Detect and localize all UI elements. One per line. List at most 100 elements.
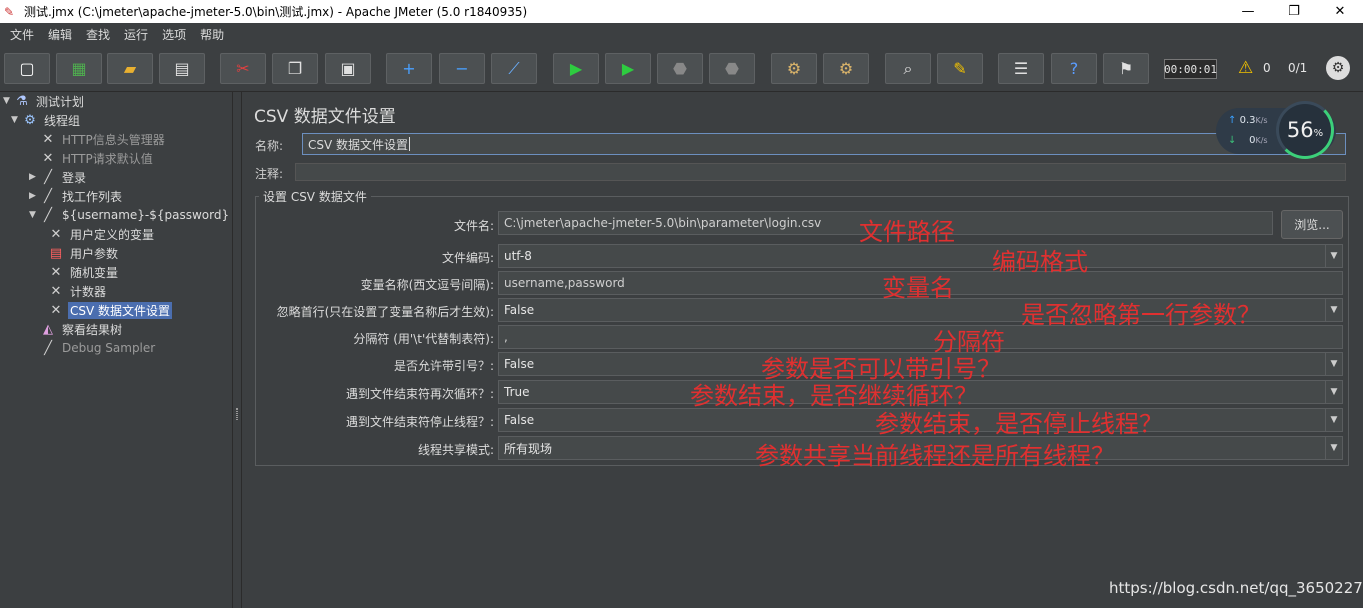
tree-node-label: CSV 数据文件设置 <box>68 301 173 319</box>
warning-icon[interactable]: ⚠ <box>1238 58 1253 78</box>
collapsed-arrow-icon[interactable]: ▶ <box>29 172 39 182</box>
cut-button[interactable]: ✂ <box>220 53 266 84</box>
expand-icon: + <box>402 59 416 78</box>
chevron-down-icon[interactable]: ▼ <box>1325 409 1342 431</box>
start-icon: ▶ <box>569 59 583 78</box>
collapsed-arrow-icon[interactable]: ▶ <box>29 191 39 201</box>
save-button[interactable]: ▤ <box>159 53 205 84</box>
function-helper-button[interactable]: ☰ <box>998 53 1044 84</box>
expanded-arrow-icon[interactable]: ▼ <box>29 210 39 220</box>
clear-all-icon: ⚙ <box>838 59 854 78</box>
toolbar: ▢ ▦ ▰ ▤ ✂ ❐ ▣ + − ⟋ ▶ ▶ ⬣ ⬣ ⚙ ⚙ ⌕ ✎ ☰? ⚑ <box>0 45 1363 92</box>
comment-field[interactable] <box>295 163 1346 181</box>
warning-count: 0 <box>1263 61 1271 75</box>
annotation-filename: 文件路径 <box>859 218 955 246</box>
collapse-button[interactable]: − <box>439 53 485 84</box>
close-button[interactable]: ✕ <box>1317 0 1363 23</box>
tree-node[interactable]: ✕ HTTP请求默认值 <box>29 149 155 167</box>
tree-node[interactable]: ▶ ╱ 找工作列表 <box>29 187 124 205</box>
tree-node-label: ${username}-${password} <box>62 208 230 222</box>
tree-node[interactable]: ▼ ╱ ${username}-${password} <box>29 206 231 224</box>
chevron-down-icon[interactable]: ▼ <box>1325 437 1342 459</box>
new-button[interactable]: ▢ <box>4 53 50 84</box>
chevron-down-icon[interactable]: ▼ <box>1325 353 1342 375</box>
browse-button[interactable]: 浏览... <box>1281 210 1343 239</box>
elapsed-timer: 00:00:01 <box>1164 59 1217 79</box>
help-button[interactable]: ? <box>1051 53 1097 84</box>
tree-node[interactable]: ▤ 用户参数 <box>37 244 120 262</box>
clear-all-button[interactable]: ⚙ <box>823 53 869 84</box>
gear-icon: ⚙ <box>24 112 36 128</box>
function-helper-icon: ☰ <box>1013 59 1029 78</box>
jmeter-app-icon: ✎ <box>4 4 15 19</box>
flask-icon: ⚗ <box>16 93 28 109</box>
paste-button[interactable]: ▣ <box>325 53 371 84</box>
encoding-select[interactable]: utf-8 ▼ <box>498 244 1343 268</box>
varnames-label: 变量名称(西文逗号间隔): <box>360 278 494 292</box>
templates-button[interactable]: ▦ <box>56 53 102 84</box>
open-button[interactable]: ▰ <box>107 53 153 84</box>
cut-icon: ✂ <box>236 59 250 78</box>
tree-node[interactable]: ▶ ╱ 登录 <box>29 168 88 186</box>
pane-splitter[interactable] <box>232 92 242 608</box>
splitter-grip[interactable] <box>236 408 238 420</box>
minimize-button[interactable]: — <box>1225 0 1271 23</box>
tree-node[interactable]: ✕ HTTP信息头管理器 <box>29 130 167 148</box>
menu-options[interactable]: 选项 <box>155 26 193 43</box>
expanded-arrow-icon[interactable]: ▼ <box>11 115 21 125</box>
tree-node[interactable]: ✕ 用户定义的变量 <box>37 225 156 243</box>
chevron-down-icon[interactable]: ▼ <box>1325 299 1342 321</box>
tree-node[interactable]: ◭ 察看结果树 <box>29 320 124 338</box>
encoding-value: utf-8 <box>504 249 532 263</box>
menu-search[interactable]: 查找 <box>79 26 117 43</box>
annotation-stop-thread: 参数结束，是否停止线程？ <box>875 410 1163 438</box>
collapse-icon: − <box>455 59 469 78</box>
clear-icon: ⚙ <box>786 59 802 78</box>
tree-node[interactable]: ▼ ⚙ 线程组 <box>11 111 82 129</box>
save-icon: ▤ <box>174 59 190 78</box>
quoted-value: False <box>504 357 535 371</box>
clear-button[interactable]: ⚙ <box>771 53 817 84</box>
delimiter-label: 分隔符 (用'\t'代替制表符): <box>353 332 494 346</box>
chevron-down-icon[interactable]: ▼ <box>1325 381 1342 403</box>
start-no-pause-button[interactable]: ▶ <box>605 53 651 84</box>
menu-file[interactable]: 文件 <box>3 26 41 43</box>
download-unit: K/s <box>1255 136 1268 145</box>
sampler-icon: ╱ <box>44 188 52 204</box>
download-speed: ↓ 0K/s <box>1228 135 1268 146</box>
stop-icon: ⬣ <box>673 59 687 78</box>
start-button[interactable]: ▶ <box>553 53 599 84</box>
tree-node-label: 计数器 <box>70 284 107 299</box>
remote-button[interactable]: ⚑ <box>1103 53 1149 84</box>
menu-run[interactable]: 运行 <box>117 26 155 43</box>
maximize-button[interactable]: ❐ <box>1271 0 1317 23</box>
search-button[interactable]: ⌕ <box>885 53 931 84</box>
tree-node[interactable]: ▼ ⚗ 测试计划 <box>3 92 86 110</box>
start-no-pause-icon: ▶ <box>621 59 635 78</box>
chevron-down-icon[interactable]: ▼ <box>1325 245 1342 267</box>
tree-node-label: HTTP信息头管理器 <box>62 132 165 147</box>
open-icon: ▰ <box>123 59 137 78</box>
toggle-button[interactable]: ⟋ <box>491 53 537 84</box>
reset-search-button[interactable]: ✎ <box>937 53 983 84</box>
tree-node[interactable]: ✕ 随机变量 <box>37 263 120 281</box>
copy-button[interactable]: ❐ <box>272 53 318 84</box>
tree-node[interactable]: ✕ CSV 数据文件设置 <box>37 301 173 319</box>
name-label: 名称: <box>255 139 284 153</box>
upload-value: 0.3 <box>1239 115 1256 126</box>
remote-status-icon[interactable]: ⚙ <box>1326 56 1350 80</box>
page-title: CSV 数据文件设置 <box>254 107 396 127</box>
copy-icon: ❐ <box>287 59 303 78</box>
expand-button[interactable]: + <box>386 53 432 84</box>
watermark: https://blog.csdn.net/qq_36502272 <box>1109 579 1363 597</box>
name-field[interactable]: CSV 数据文件设置 <box>302 133 1346 155</box>
menu-help[interactable]: 帮助 <box>193 26 231 43</box>
expanded-arrow-icon[interactable]: ▼ <box>3 96 13 106</box>
new-icon: ▢ <box>19 59 35 78</box>
shutdown-button[interactable]: ⬣ <box>709 53 755 84</box>
menu-edit[interactable]: 编辑 <box>41 26 79 43</box>
stop-button[interactable]: ⬣ <box>657 53 703 84</box>
upload-unit: K/s <box>1255 116 1268 125</box>
tree-node[interactable]: ╱ Debug Sampler <box>29 339 157 357</box>
tree-node[interactable]: ✕ 计数器 <box>37 282 108 300</box>
